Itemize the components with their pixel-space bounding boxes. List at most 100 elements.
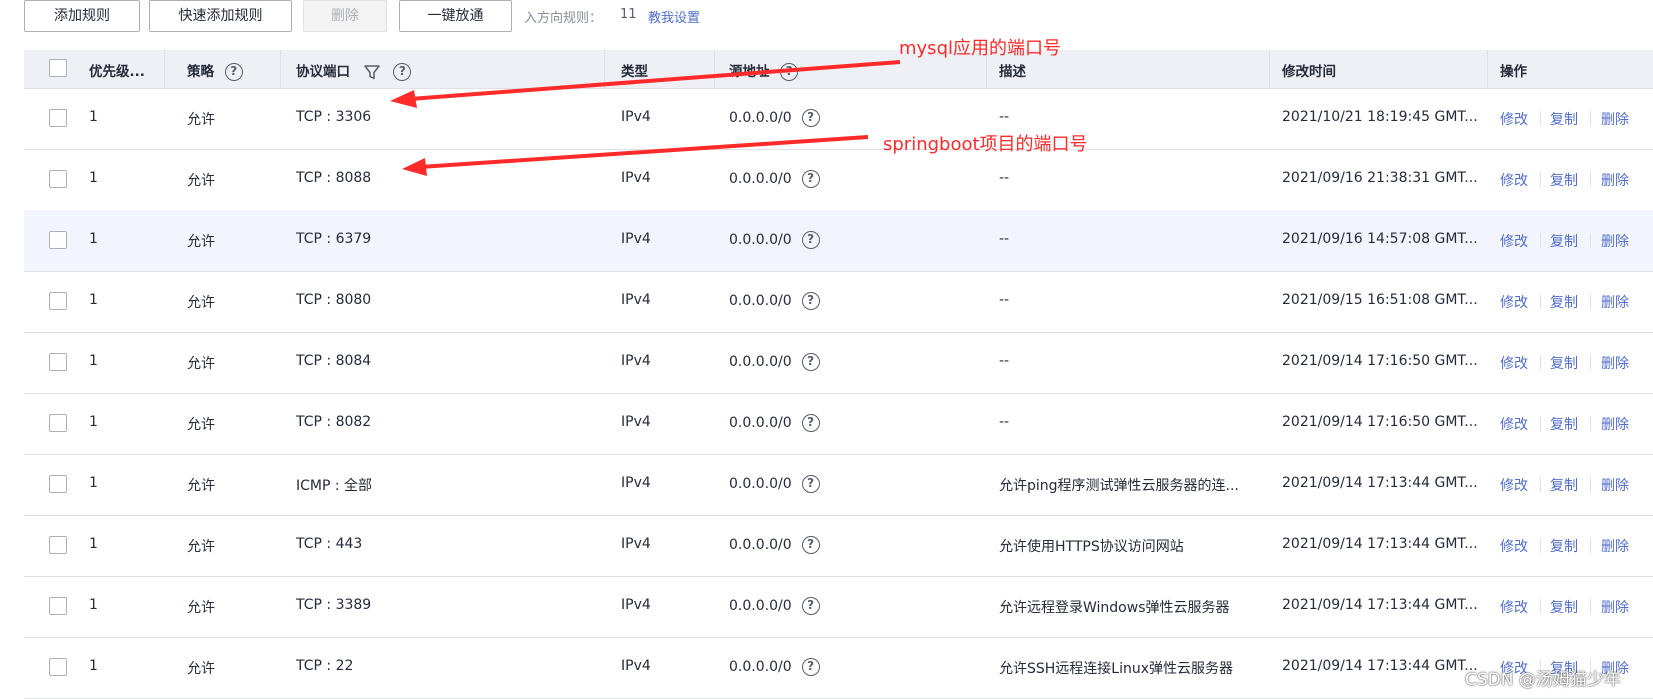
question-circle-icon[interactable]: ? [801, 475, 820, 493]
delete-link[interactable]: 删除 [1601, 414, 1629, 434]
cell-source: 0.0.0.0/0? [729, 597, 820, 615]
delete-link[interactable]: 删除 [1601, 170, 1629, 190]
question-circle-icon[interactable]: ? [780, 63, 799, 81]
row-checkbox[interactable] [49, 536, 67, 554]
cell-modified-time: 2021/09/16 14:57:08 GMT... [1282, 231, 1478, 247]
cell-priority: 1 [89, 353, 98, 369]
select-all-checkbox[interactable] [49, 59, 67, 77]
question-circle-icon[interactable]: ? [801, 536, 820, 554]
header-type[interactable]: 类型 [621, 60, 648, 80]
delete-button[interactable]: 删除 [303, 0, 387, 32]
action-divider [1540, 111, 1541, 126]
header-description: 描述 [999, 64, 1026, 80]
row-checkbox[interactable] [49, 475, 67, 493]
cell-description: -- [999, 231, 1010, 247]
delete-link[interactable]: 删除 [1601, 231, 1629, 251]
quick-add-rule-button[interactable]: 快速添加规则 [149, 0, 292, 32]
edit-link[interactable]: 修改 [1500, 353, 1528, 373]
row-checkbox[interactable] [49, 597, 67, 615]
edit-link[interactable]: 修改 [1500, 170, 1528, 190]
cell-protocol-port: TCP : 443 [296, 536, 363, 552]
question-circle-icon[interactable]: ? [393, 63, 412, 81]
header-priority[interactable]: 优先级... [89, 60, 145, 80]
question-circle-icon[interactable]: ? [801, 292, 820, 310]
edit-link[interactable]: 修改 [1500, 414, 1528, 434]
row-checkbox[interactable] [49, 109, 67, 127]
cell-policy: 允许 [187, 356, 215, 372]
question-circle-icon[interactable]: ? [801, 109, 820, 127]
cell-modified-time: 2021/09/14 17:13:44 GMT... [1282, 658, 1478, 674]
edit-link[interactable]: 修改 [1500, 597, 1528, 617]
cell-source: 0.0.0.0/0? [729, 170, 820, 188]
question-circle-icon[interactable]: ? [801, 231, 820, 249]
filter-icon[interactable] [363, 63, 381, 81]
cell-protocol-port: TCP : 8084 [296, 353, 372, 369]
question-circle-icon[interactable]: ? [801, 414, 820, 432]
delete-link[interactable]: 删除 [1601, 292, 1629, 312]
copy-link[interactable]: 复制 [1550, 414, 1578, 434]
question-circle-icon[interactable]: ? [801, 170, 820, 188]
column-divider [164, 50, 165, 88]
row-checkbox[interactable] [49, 658, 67, 676]
row-checkbox[interactable] [49, 231, 67, 249]
cell-protocol-port: TCP : 8088 [296, 170, 372, 186]
copy-link[interactable]: 复制 [1550, 109, 1578, 129]
inbound-rules-count: 11 [620, 7, 637, 22]
delete-link[interactable]: 删除 [1601, 109, 1629, 129]
copy-link[interactable]: 复制 [1550, 536, 1578, 556]
edit-link[interactable]: 修改 [1500, 109, 1528, 129]
action-divider [1540, 172, 1541, 187]
question-circle-icon[interactable]: ? [801, 597, 820, 615]
one-click-open-button[interactable]: 一键放通 [399, 0, 512, 32]
help-link[interactable]: 教我设置 [648, 7, 700, 26]
toolbar: 添加规则 快速添加规则 删除 一键放通 入方向规则： 11 教我设置 [0, 0, 1653, 36]
row-checkbox[interactable] [49, 170, 67, 188]
edit-link[interactable]: 修改 [1500, 231, 1528, 251]
table-row: 1 允许 TCP : 6379 IPv4 0.0.0.0/0? -- 2021/09/16 … [24, 210, 1653, 272]
edit-link[interactable]: 修改 [1500, 475, 1528, 495]
delete-link[interactable]: 删除 [1601, 353, 1629, 373]
edit-link[interactable]: 修改 [1500, 536, 1528, 556]
header-modified-time[interactable]: 修改时间 [1282, 60, 1336, 80]
watermark: CSDN @汤姆猫少年 [1465, 670, 1621, 690]
copy-link[interactable]: 复制 [1550, 597, 1578, 617]
copy-link[interactable]: 复制 [1550, 475, 1578, 495]
question-circle-icon[interactable]: ? [224, 63, 243, 81]
cell-priority: 1 [89, 597, 98, 613]
header-policy-label: 策略 [187, 64, 214, 80]
cell-policy: 允许 [187, 661, 215, 677]
cell-source: 0.0.0.0/0? [729, 231, 820, 249]
question-circle-icon[interactable]: ? [801, 353, 820, 371]
cell-source: 0.0.0.0/0? [729, 536, 820, 554]
cell-modified-time: 2021/09/14 17:13:44 GMT... [1282, 475, 1478, 491]
table-row: 1 允许 TCP : 443 IPv4 0.0.0.0/0? 允许使用HTTPS协议访问网… [24, 515, 1653, 577]
edit-link[interactable]: 修改 [1500, 292, 1528, 312]
action-divider [1540, 538, 1541, 553]
add-rule-button[interactable]: 添加规则 [24, 0, 140, 32]
copy-link[interactable]: 复制 [1550, 231, 1578, 251]
cell-type: IPv4 [621, 536, 651, 552]
cell-priority: 1 [89, 475, 98, 491]
copy-link[interactable]: 复制 [1550, 292, 1578, 312]
action-divider [1590, 233, 1591, 248]
cell-type: IPv4 [621, 170, 651, 186]
column-divider [1269, 50, 1270, 88]
cell-modified-time: 2021/09/14 17:16:50 GMT... [1282, 353, 1478, 369]
copy-link[interactable]: 复制 [1550, 353, 1578, 373]
row-checkbox[interactable] [49, 414, 67, 432]
delete-link[interactable]: 删除 [1601, 475, 1629, 495]
cell-policy: 允许 [187, 417, 215, 433]
cell-protocol-port: TCP : 22 [296, 658, 354, 674]
copy-link[interactable]: 复制 [1550, 170, 1578, 190]
cell-protocol-port: TCP : 3389 [296, 597, 372, 613]
delete-link[interactable]: 删除 [1601, 597, 1629, 617]
row-checkbox[interactable] [49, 353, 67, 371]
row-checkbox[interactable] [49, 292, 67, 310]
action-divider [1540, 599, 1541, 614]
action-divider [1590, 538, 1591, 553]
cell-source-value: 0.0.0.0/0 [729, 415, 792, 431]
question-circle-icon[interactable]: ? [801, 658, 820, 676]
header-source-label: 源地址 [729, 64, 770, 80]
delete-link[interactable]: 删除 [1601, 536, 1629, 556]
table-row: 1 允许 TCP : 8082 IPv4 0.0.0.0/0? -- 2021/09/14 … [24, 393, 1653, 455]
